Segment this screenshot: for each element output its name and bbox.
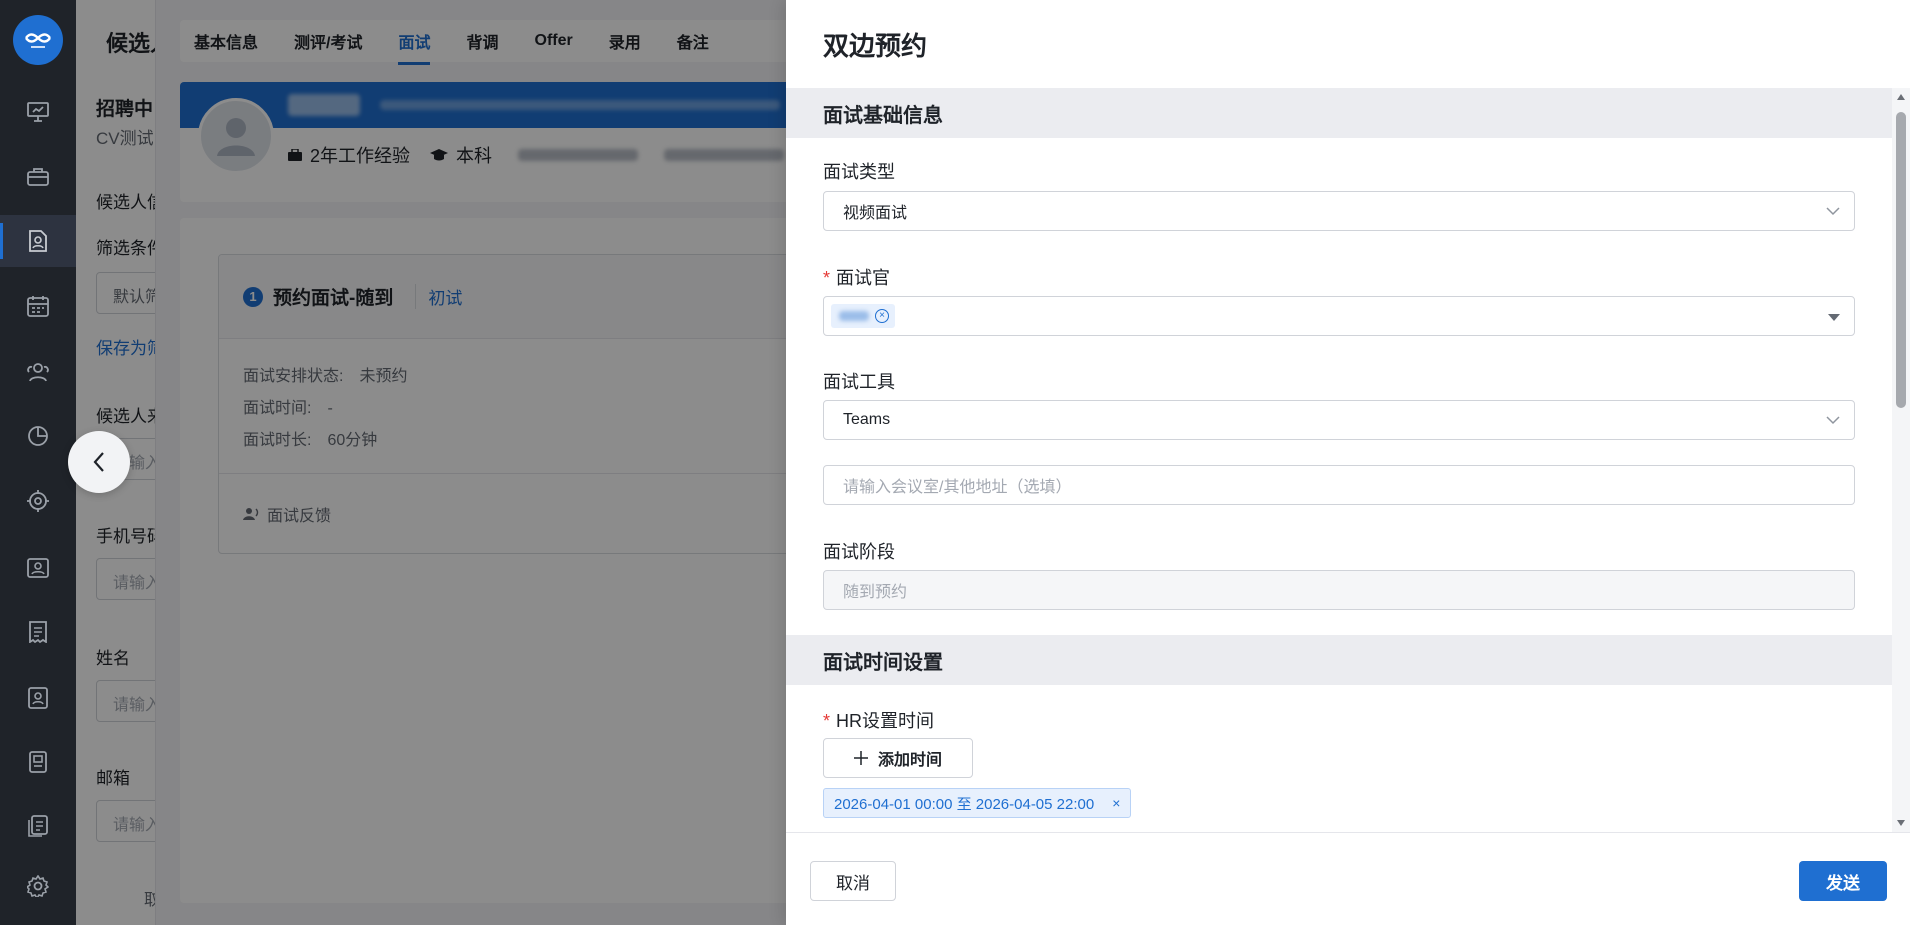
target-icon xyxy=(27,490,49,512)
time-range-text: 2026-04-01 00:00 至 2026-04-05 22:00 xyxy=(834,795,1095,813)
collapse-drawer-button[interactable] xyxy=(68,431,130,493)
chevron-down-icon xyxy=(1826,416,1840,425)
nav-contacts[interactable] xyxy=(0,672,76,724)
logo-mark-icon xyxy=(25,33,51,48)
plus-icon xyxy=(853,751,868,765)
send-button[interactable]: 发送 xyxy=(1799,861,1887,901)
nav-records[interactable] xyxy=(0,800,76,852)
interview-stage-label: 面试阶段 xyxy=(823,542,895,562)
monitor-icon xyxy=(27,102,49,122)
drawer-body: 面试基础信息 面试类型 视频面试 * 面试官 × 面试工具 Teams 请输入会议… xyxy=(786,88,1892,832)
badge-icon xyxy=(29,751,47,773)
nav-badges[interactable] xyxy=(0,736,76,788)
scroll-up-icon[interactable] xyxy=(1897,94,1905,100)
interviewer-name-blurred xyxy=(839,311,869,321)
briefcase-icon xyxy=(27,168,49,186)
drawer-title: 双边预约 xyxy=(823,31,928,61)
required-mark: * xyxy=(823,268,831,288)
drawer-scrollbar[interactable] xyxy=(1892,88,1910,832)
hr-time-label-text: HR设置时间 xyxy=(836,711,935,731)
scroll-thumb[interactable] xyxy=(1896,112,1906,408)
chevron-left-icon xyxy=(93,452,104,472)
resume-icon xyxy=(29,230,47,252)
contact-icon xyxy=(28,687,48,709)
interviewer-chip: × xyxy=(831,304,895,328)
nav-settings[interactable] xyxy=(0,860,76,912)
nav-talent-search[interactable] xyxy=(0,475,76,527)
interview-tool-select[interactable]: Teams xyxy=(823,400,1855,440)
section-basic-info: 面试基础信息 xyxy=(786,88,1892,138)
remove-interviewer-icon[interactable]: × xyxy=(875,309,889,323)
document-icon xyxy=(29,621,47,643)
gear-icon xyxy=(27,875,49,897)
hr-time-label: * HR设置时间 xyxy=(823,707,934,733)
nav-jobs[interactable] xyxy=(0,151,76,203)
interview-type-label: 面试类型 xyxy=(823,162,895,182)
interview-stage-field: 随到预约 xyxy=(823,570,1855,610)
nav-employees[interactable] xyxy=(0,542,76,594)
bilateral-booking-drawer: 双边预约 面试基础信息 面试类型 视频面试 * 面试官 × 面试工具 Teams … xyxy=(786,0,1910,925)
nav-candidates[interactable] xyxy=(0,215,76,267)
pie-chart-icon xyxy=(28,426,48,446)
app-logo[interactable] xyxy=(13,15,63,65)
section-time-settings: 面试时间设置 xyxy=(786,635,1892,685)
required-mark: * xyxy=(823,711,831,731)
interviewer-select[interactable]: × xyxy=(823,296,1855,336)
dropdown-triangle-icon xyxy=(1828,314,1840,321)
interviewer-label-text: 面试官 xyxy=(836,268,891,288)
interview-tool-label: 面试工具 xyxy=(823,372,895,392)
left-rail xyxy=(0,0,76,925)
add-time-label: 添加时间 xyxy=(877,752,942,769)
nav-calendar[interactable] xyxy=(0,280,76,332)
calendar-icon xyxy=(27,296,49,317)
id-card-icon xyxy=(27,558,49,578)
scroll-down-icon[interactable] xyxy=(1897,820,1905,826)
time-range-tag: 2026-04-01 00:00 至 2026-04-05 22:00 × xyxy=(823,788,1132,818)
nav-reports[interactable] xyxy=(0,410,76,462)
people-icon xyxy=(27,363,49,382)
interview-type-value: 视频面试 xyxy=(843,205,908,222)
drawer-footer: 取消 发送 xyxy=(786,832,1910,925)
nav-people[interactable] xyxy=(0,346,76,398)
add-time-button[interactable]: 添加时间 xyxy=(823,738,973,778)
chevron-down-icon xyxy=(1826,207,1840,216)
interview-tool-value: Teams xyxy=(843,411,891,428)
cancel-button[interactable]: 取消 xyxy=(810,861,896,901)
interviewer-label: * 面试官 xyxy=(823,264,890,290)
list-doc-icon xyxy=(28,815,48,837)
meeting-address-input[interactable]: 请输入会议室/其他地址（选填） xyxy=(823,465,1855,505)
modal-overlay[interactable] xyxy=(76,0,786,925)
remove-time-icon[interactable]: × xyxy=(1112,795,1120,811)
interview-type-select[interactable]: 视频面试 xyxy=(823,191,1855,231)
nav-dashboard[interactable] xyxy=(0,86,76,138)
nav-documents[interactable] xyxy=(0,606,76,658)
